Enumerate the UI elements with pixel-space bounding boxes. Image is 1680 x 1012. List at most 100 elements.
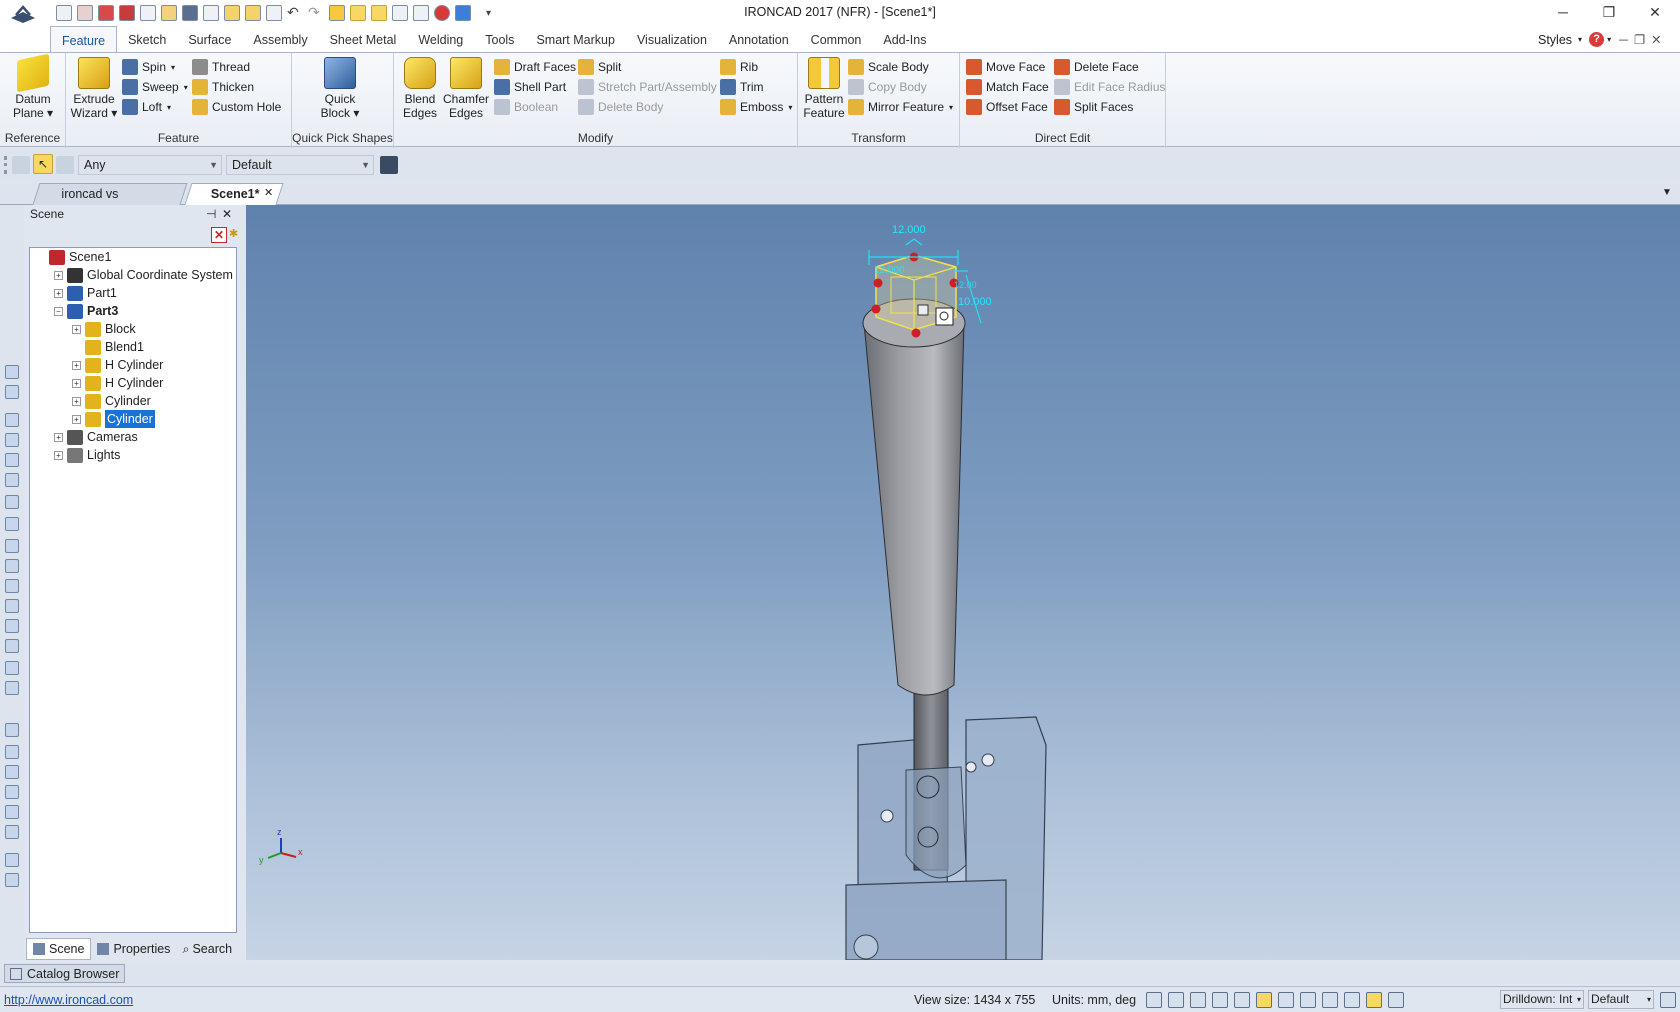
edit-face-radius-button[interactable]: Edit Face Radius — [1054, 77, 1165, 97]
pattern-feature-button[interactable]: Pattern Feature — [800, 57, 848, 120]
help-circle-icon[interactable]: ? — [1589, 32, 1605, 47]
tree-node[interactable]: + Global Coordinate System — [30, 266, 236, 284]
tab-assembly[interactable]: Assembly — [242, 26, 318, 53]
expand-icon[interactable]: + — [72, 324, 81, 334]
tab-list-icon[interactable]: ▼ — [1662, 187, 1672, 198]
rib-button[interactable]: Rib — [720, 57, 792, 77]
boolean-button[interactable]: Boolean — [494, 97, 576, 117]
left-tool-icon[interactable] — [5, 599, 19, 613]
split-button[interactable]: Split — [578, 57, 717, 77]
extrude-wizard-button[interactable]: Extrude Wizard ▾ — [70, 57, 118, 120]
clear-filter-icon[interactable]: ✕ — [211, 227, 227, 243]
shading-icon[interactable] — [1256, 992, 1272, 1008]
spin-button[interactable]: Spin ▾ — [122, 57, 188, 77]
select-box-icon[interactable] — [56, 156, 74, 174]
left-tool-icon[interactable] — [5, 495, 19, 509]
expand-icon[interactable]: + — [72, 378, 81, 388]
tab-visualization[interactable]: Visualization — [626, 26, 718, 53]
left-tool-icon[interactable] — [5, 517, 19, 531]
tab-sketch[interactable]: Sketch — [117, 26, 177, 53]
tab-welding[interactable]: Welding — [407, 26, 474, 53]
copy-body-button[interactable]: Copy Body — [848, 77, 953, 97]
handle-lower-left[interactable] — [871, 304, 881, 314]
thread-button[interactable]: Thread — [192, 57, 281, 77]
left-tool-icon[interactable] — [5, 453, 19, 467]
view-orient-icon[interactable] — [1190, 992, 1206, 1008]
left-tool-icon[interactable] — [5, 681, 19, 695]
left-tool-icon[interactable] — [5, 385, 19, 399]
search-tab[interactable]: ⌕ Search — [176, 938, 238, 960]
split-faces-button[interactable]: Split Faces — [1054, 97, 1165, 117]
panel-close-icon[interactable]: ✕ — [222, 205, 232, 223]
properties-tab[interactable]: Properties — [91, 938, 176, 960]
left-tool-icon[interactable] — [5, 579, 19, 593]
left-tool-icon[interactable] — [5, 805, 19, 819]
tab-sheet-metal[interactable]: Sheet Metal — [319, 26, 408, 53]
match-face-button[interactable]: Match Face — [966, 77, 1049, 97]
loft-button[interactable]: Loft ▾ — [122, 97, 188, 117]
find-icon[interactable]: ✱ — [229, 227, 241, 243]
blend-edges-button[interactable]: Blend Edges — [396, 57, 444, 120]
pointer-icon[interactable] — [1366, 992, 1382, 1008]
help-dropdown-icon[interactable]: ▾ — [1607, 35, 1611, 44]
tree-node[interactable]: + Lights — [30, 446, 236, 464]
3d-viewport[interactable]: 12.000 12.000 10.000 12.00 z x y — [246, 205, 1680, 961]
left-tool-icon[interactable] — [5, 785, 19, 799]
drilldown-combo[interactable]: Drilldown: Int ▾ — [1500, 990, 1584, 1009]
tree-node[interactable]: + H Cylinder — [30, 374, 236, 392]
style-status-combo[interactable]: Default ▾ — [1588, 990, 1654, 1009]
mirror-feature-button[interactable]: Mirror Feature ▾ — [848, 97, 953, 117]
emboss-button[interactable]: Emboss ▾ — [720, 97, 792, 117]
display-icon[interactable] — [1322, 992, 1338, 1008]
tab-annotation[interactable]: Annotation — [718, 26, 800, 53]
left-tool-icon[interactable] — [5, 661, 19, 675]
scene-tab[interactable]: Scene — [26, 938, 92, 960]
left-tool-icon[interactable] — [5, 413, 19, 427]
close-button[interactable]: ✕ — [1632, 0, 1678, 26]
tab-feature[interactable]: Feature — [50, 26, 118, 53]
select-pointer-icon[interactable]: ↖ — [33, 154, 53, 174]
expand-icon[interactable]: + — [72, 396, 81, 406]
camera-icon[interactable] — [1234, 992, 1250, 1008]
left-tool-icon[interactable] — [5, 539, 19, 553]
tree-node[interactable]: + Cameras — [30, 428, 236, 446]
left-tool-icon[interactable] — [5, 433, 19, 447]
tree-node[interactable]: + H Cylinder — [30, 356, 236, 374]
layout-icon[interactable] — [1660, 992, 1676, 1008]
left-tool-icon[interactable] — [5, 745, 19, 759]
expand-icon[interactable]: + — [72, 414, 81, 424]
dimension-top[interactable]: 12.000 — [892, 224, 926, 236]
shell-part-button[interactable]: Shell Part — [494, 77, 576, 97]
doc-tab-assembly[interactable]: ironcad vs f...ssembly — [32, 183, 188, 222]
expand-icon[interactable]: + — [54, 288, 63, 298]
tree-search-box[interactable] — [29, 227, 209, 245]
tree-node[interactable]: + Part1 — [30, 284, 236, 302]
expand-icon[interactable]: + — [54, 270, 63, 280]
catalog-browser-button[interactable]: Catalog Browser — [4, 964, 126, 983]
move-face-button[interactable]: Move Face — [966, 57, 1049, 77]
delete-body-button[interactable]: Delete Body — [578, 97, 717, 117]
mdi-restore-icon[interactable]: ❐ — [1634, 32, 1645, 47]
offset-face-button[interactable]: Offset Face — [966, 97, 1049, 117]
trim-button[interactable]: Trim — [720, 77, 792, 97]
close-tab-icon[interactable]: ✕ — [264, 186, 273, 199]
handle-bottom[interactable] — [911, 328, 921, 338]
restore-button[interactable]: ❐ — [1586, 0, 1632, 26]
render-mode-icon[interactable] — [1212, 992, 1228, 1008]
tree-node[interactable]: + Block — [30, 320, 236, 338]
minimize-button[interactable]: ─ — [1540, 0, 1586, 26]
left-tool-icon[interactable] — [5, 619, 19, 633]
styles-dropdown-icon[interactable]: ▾ — [1578, 35, 1582, 44]
scale-body-button[interactable]: Scale Body — [848, 57, 953, 77]
left-tool-icon[interactable] — [5, 853, 19, 867]
zoom-icon[interactable] — [1146, 992, 1162, 1008]
tab-common[interactable]: Common — [800, 26, 873, 53]
zoom-fit-icon[interactable] — [1168, 992, 1184, 1008]
custom-hole-button[interactable]: Custom Hole — [192, 97, 281, 117]
left-tool-icon[interactable] — [5, 639, 19, 653]
tree-node[interactable]: − Part3 — [30, 302, 236, 320]
expand-icon[interactable]: + — [54, 432, 63, 442]
tri-ball-anchor-icon[interactable] — [935, 307, 954, 326]
selection-filter-combo[interactable]: Any ▼ — [78, 155, 222, 175]
chamfer-edges-button[interactable]: Chamfer Edges — [442, 57, 490, 120]
